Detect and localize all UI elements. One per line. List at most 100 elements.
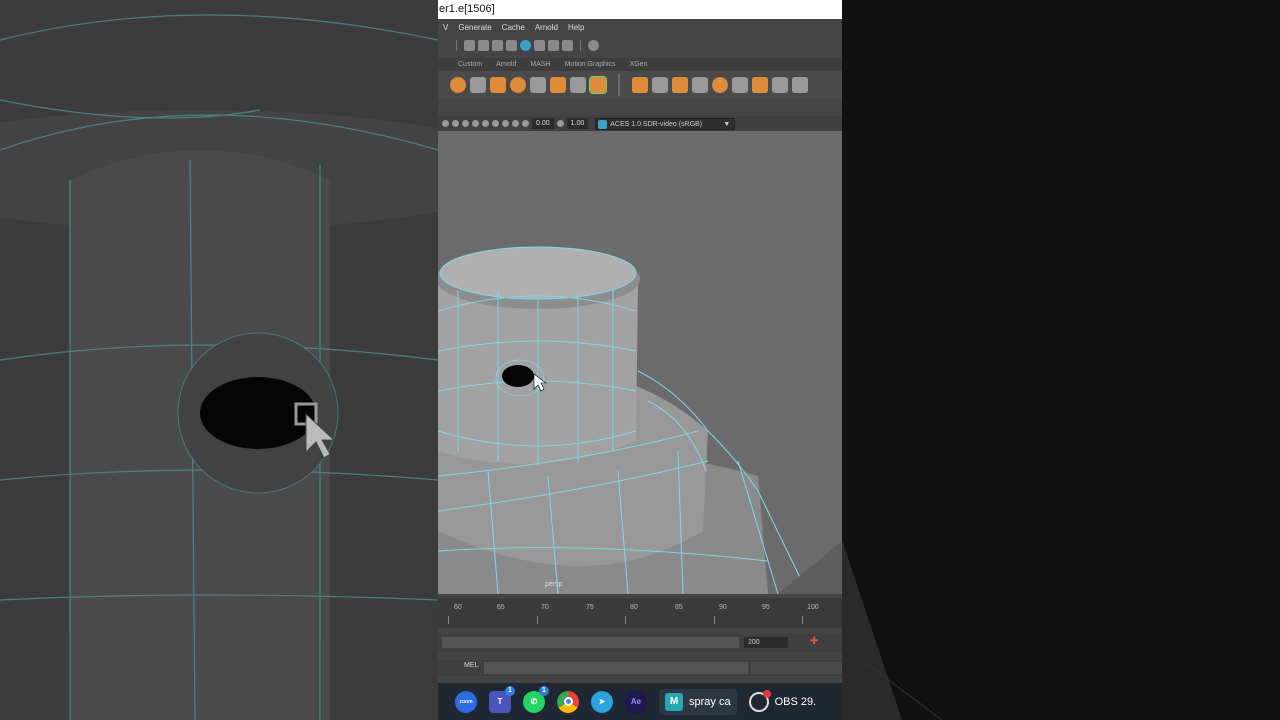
render-settings-icon[interactable] — [506, 40, 517, 51]
isolate-icon[interactable] — [492, 120, 499, 127]
whatsapp-icon[interactable]: ✆ 1 — [523, 685, 549, 713]
cylinder-icon[interactable] — [490, 77, 506, 93]
timeline-tick-label: 80 — [630, 604, 638, 611]
mel-input[interactable] — [484, 662, 748, 674]
wireframe-icon[interactable] — [442, 120, 449, 127]
toolbar-divider — [580, 40, 581, 51]
timeline-tick — [448, 616, 449, 624]
exposure-icon[interactable] — [522, 120, 529, 127]
render-frame-icon[interactable] — [464, 40, 475, 51]
separate-icon[interactable] — [652, 77, 668, 93]
color-management-icon — [598, 119, 608, 129]
tab-arnold[interactable]: Arnold — [489, 61, 523, 68]
timeline-tick-label: 90 — [719, 604, 727, 611]
color-space-dropdown[interactable]: ACES 1.0 SDR-video (sRGB) ▼ — [595, 117, 736, 130]
extrude-icon[interactable] — [550, 77, 566, 93]
3d-viewport[interactable]: persp — [438, 131, 842, 594]
toolbar-divider — [456, 40, 457, 51]
obs-task-label: OBS 29. — [774, 695, 817, 708]
timeline-tick-label: 65 — [497, 604, 505, 611]
boolean-icon[interactable] — [672, 77, 688, 93]
pause-icon[interactable] — [562, 40, 573, 51]
timeline-tick-label: 95 — [762, 604, 770, 611]
timeline-tick — [802, 616, 803, 624]
shelf-toolbar — [438, 71, 842, 99]
exposure-field[interactable]: 0.00 — [532, 118, 554, 129]
sphere-icon[interactable] — [450, 77, 466, 93]
auto-key-icon[interactable]: ✚ — [810, 636, 820, 648]
time-slider[interactable]: 60 65 70 75 80 85 90 95 100 — [438, 598, 842, 628]
xray-icon[interactable] — [502, 120, 509, 127]
left-zoom-panel — [0, 0, 438, 720]
aa-icon[interactable] — [482, 120, 489, 127]
mel-label[interactable]: MEL — [464, 662, 478, 669]
obs-icon — [748, 689, 771, 712]
camera-label: persp — [545, 581, 563, 588]
torus-icon[interactable] — [510, 77, 526, 93]
range-slider[interactable] — [442, 637, 739, 648]
timeline-tick-label: 75 — [586, 604, 594, 611]
timeline-tick-label: 100 — [807, 604, 819, 611]
cube-icon[interactable] — [470, 77, 486, 93]
bevel-icon[interactable] — [732, 77, 748, 93]
render-sequence-icon[interactable] — [478, 40, 489, 51]
menu-item-generate[interactable]: Generate — [453, 23, 496, 32]
maya-window: er1.e[1506] V Generate Cache Arnold Help… — [438, 0, 842, 720]
ipr-render-icon[interactable] — [492, 40, 503, 51]
after-effects-icon[interactable]: Ae — [625, 690, 647, 713]
status-line-toolbar — [438, 36, 842, 55]
teams-icon[interactable]: T 1 — [489, 685, 515, 713]
menu-item-help[interactable]: Help — [563, 23, 589, 32]
timeline-tick-label: 60 — [454, 604, 462, 611]
viewport-panel-toolbar: 0.00 1.00 ACES 1.0 SDR-video (sRGB) ▼ — [438, 116, 842, 131]
shelf-divider — [618, 74, 620, 96]
taskbar: zoom T 1 ✆ 1 ➤ Ae M spray ca OBS 29. — [438, 683, 842, 720]
menu-item-v[interactable]: V — [438, 23, 453, 32]
blurred-background — [842, 0, 1280, 720]
hypershade-icon[interactable] — [520, 40, 531, 51]
mel-output — [751, 662, 842, 674]
telegram-icon[interactable]: ➤ — [591, 690, 613, 713]
shadow-icon[interactable] — [462, 120, 469, 127]
recording-dot-icon — [762, 689, 771, 698]
plane-icon[interactable] — [530, 77, 546, 93]
maya-icon: M — [665, 692, 683, 711]
grid-icon[interactable] — [512, 120, 519, 127]
arnold-render-icon[interactable] — [548, 40, 559, 51]
chevron-down-icon: ▼ — [723, 120, 731, 128]
chrome-icon[interactable] — [557, 690, 579, 713]
tab-mash[interactable]: MASH — [523, 61, 557, 68]
menu-item-cache[interactable]: Cache — [497, 23, 530, 32]
timeline-tick — [537, 616, 538, 624]
zoom-icon[interactable]: zoom — [455, 690, 477, 713]
mirror-icon[interactable] — [632, 77, 648, 93]
timeline-tick — [625, 616, 626, 624]
target-weld-icon[interactable] — [712, 77, 728, 93]
smooth-icon[interactable] — [692, 77, 708, 93]
range-end-field[interactable]: 200 — [744, 637, 788, 648]
render-view-icon[interactable] — [534, 40, 545, 51]
window-title: er1.e[1506] — [438, 0, 842, 19]
taskbar-obs[interactable]: OBS 29. — [748, 689, 817, 712]
tab-custom[interactable]: Custom — [438, 61, 489, 68]
ao-icon[interactable] — [472, 120, 479, 127]
after-effects-label: Ae — [630, 697, 642, 706]
tab-motion-graphics[interactable]: Motion Graphics — [558, 61, 623, 68]
gamma-icon[interactable] — [556, 120, 564, 127]
sync-icon[interactable] — [588, 40, 599, 51]
menu-item-arnold[interactable]: Arnold — [530, 23, 563, 32]
zoom-label: zoom — [459, 698, 473, 705]
delete-history-icon[interactable] — [792, 77, 808, 93]
command-line: MEL — [438, 660, 842, 676]
whatsapp-badge: 1 — [539, 685, 549, 696]
gamma-field[interactable]: 1.00 — [566, 118, 589, 129]
lighting-icon[interactable] — [452, 120, 459, 127]
tab-xgen[interactable]: XGen — [623, 61, 655, 68]
combine-icon[interactable] — [589, 76, 607, 94]
teams-badge: 1 — [505, 685, 515, 696]
bridge-icon[interactable] — [570, 77, 586, 93]
fill-hole-icon[interactable] — [752, 77, 768, 93]
taskbar-maya[interactable]: M spray ca — [659, 688, 737, 715]
uv-icon[interactable] — [772, 77, 788, 93]
color-space-value: ACES 1.0 SDR-video (sRGB) — [610, 120, 703, 128]
